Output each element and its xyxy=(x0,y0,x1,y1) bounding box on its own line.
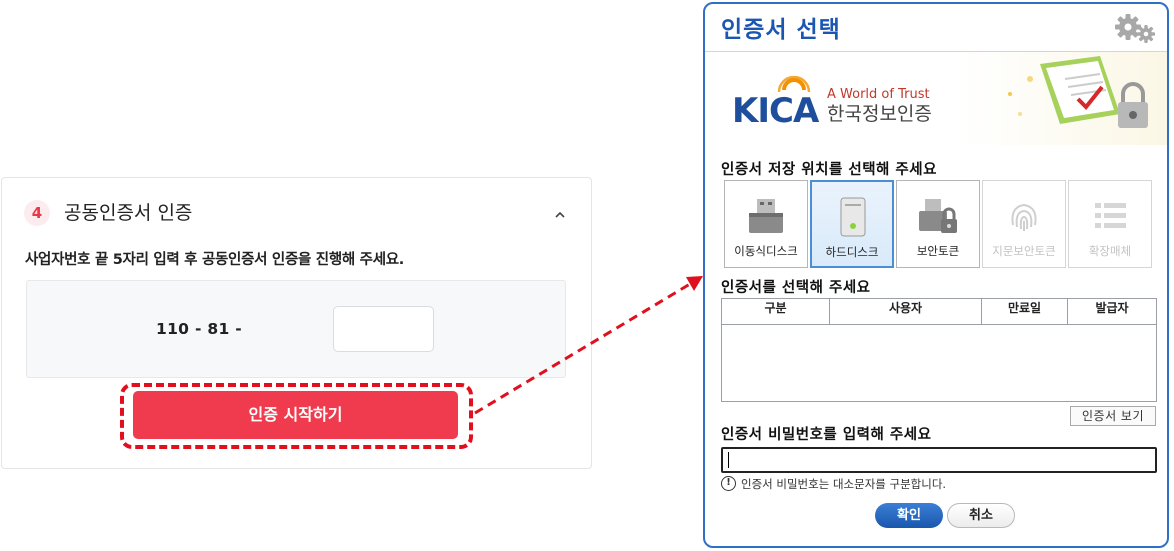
storage-option-label: 하드디스크 xyxy=(825,245,879,259)
security-token-icon xyxy=(919,199,957,233)
text-caret xyxy=(728,452,729,468)
business-number-box xyxy=(26,280,566,378)
column-header-user[interactable]: 사용자 xyxy=(830,299,982,324)
usb-drive-icon xyxy=(749,199,783,233)
storage-option-removable-disk[interactable]: 이동식디스크 xyxy=(724,180,808,268)
storage-option-fingerprint-token[interactable]: 지문보안토큰 xyxy=(982,180,1066,268)
certificate-list[interactable]: 구분 사용자 만료일 발급자 xyxy=(721,298,1157,402)
ok-button[interactable]: 확인 xyxy=(875,503,943,528)
storage-option-security-token[interactable]: 보안토큰 xyxy=(896,180,980,268)
column-header-issuer[interactable]: 발급자 xyxy=(1068,299,1156,324)
cert-section-label: 인증서를 선택해 주세요 xyxy=(721,280,871,296)
certificate-password-input[interactable] xyxy=(721,447,1157,473)
kica-logo: KICA A World of Trust 한국정보인증 xyxy=(732,76,932,126)
step-title: 공동인증서 인증 xyxy=(64,202,193,224)
tagline: A World of Trust xyxy=(827,87,930,102)
start-authentication-button[interactable]: 인증 시작하기 xyxy=(133,391,458,439)
password-hint: 인증서 비밀번호는 대소문자를 구분합니다. xyxy=(741,477,947,491)
storage-option-hard-disk[interactable]: 하드디스크 xyxy=(810,180,894,268)
certificate-select-dialog: 인증서 선택 KICA A World of Trust 한국정보인증 인증서 … xyxy=(703,2,1169,548)
hard-disk-icon xyxy=(840,197,866,237)
cancel-button[interactable]: 취소 xyxy=(947,503,1015,528)
column-header-expiry[interactable]: 만료일 xyxy=(982,299,1068,324)
step-description: 사업자번호 끝 5자리 입력 후 공동인증서 인증을 진행해 주세요. xyxy=(25,252,404,268)
list-icon xyxy=(1095,203,1126,228)
storage-option-label: 확장매체 xyxy=(1088,244,1132,258)
storage-option-label: 보안토큰 xyxy=(916,244,960,258)
storage-option-extended-media[interactable]: 확장매체 xyxy=(1068,180,1152,268)
password-section-label: 인증서 비밀번호를 입력해 주세요 xyxy=(721,427,932,443)
org-name: 한국정보인증 xyxy=(827,103,932,125)
business-number-prefix: 110 - 81 - xyxy=(156,320,242,338)
storage-option-label: 이동식디스크 xyxy=(734,244,798,258)
storage-section-label: 인증서 저장 위치를 선택해 주세요 xyxy=(721,162,937,178)
svg-text:KICA: KICA xyxy=(732,91,820,126)
fingerprint-icon xyxy=(1011,203,1037,231)
chevron-up-icon[interactable] xyxy=(553,208,567,222)
storage-option-label: 지문보안토큰 xyxy=(992,244,1056,258)
info-icon: ! xyxy=(721,476,736,491)
business-number-suffix-input[interactable] xyxy=(333,306,434,352)
column-header-type[interactable]: 구분 xyxy=(722,299,830,324)
gear-icon[interactable] xyxy=(1110,10,1158,46)
view-certificate-button[interactable]: 인증서 보기 xyxy=(1070,406,1156,426)
certificate-illustration xyxy=(1008,56,1148,128)
step-number-badge: 4 xyxy=(24,200,50,226)
certificate-list-header: 구분 사용자 만료일 발급자 xyxy=(722,299,1156,325)
dialog-title: 인증서 선택 xyxy=(721,17,841,43)
